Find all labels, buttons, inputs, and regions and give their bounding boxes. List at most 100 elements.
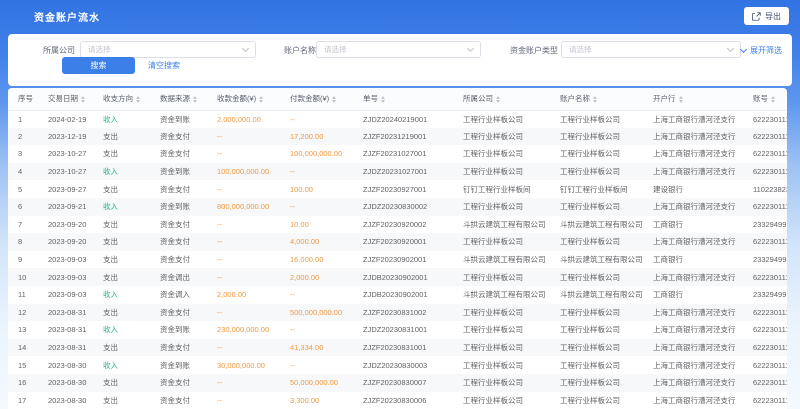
- cell-receipt-amount: --: [207, 392, 280, 409]
- cell-receipt-amount: --: [207, 145, 280, 163]
- sort-icon[interactable]: [259, 96, 263, 103]
- cell-account-no: 622230111: [743, 374, 787, 392]
- filter-label-company: 所属公司: [43, 45, 75, 56]
- table-header-row: 序号交易日期收支方向 数据来源 收款金额(¥) 付款金额(¥)单号所属公司账户名称开户…: [8, 88, 787, 110]
- account-type-select[interactable]: 请选择: [561, 41, 741, 58]
- cell-direction: 支出: [93, 251, 150, 269]
- cell-direction: 支出: [93, 374, 150, 392]
- cell-bank: 上海工商银行漕河泾支行: [643, 339, 743, 357]
- sort-icon[interactable]: [771, 96, 775, 103]
- account-type-select-placeholder: 请选择: [569, 44, 592, 55]
- filter-panel: 所属公司 请选择 账户名称 请选择 资金账户类型 请选择 展开筛选 搜索 清空搜…: [8, 34, 792, 86]
- cell-company: 工程行业样板公司: [453, 128, 550, 146]
- cell-bank: 建设银行: [643, 180, 743, 198]
- column-header-8[interactable]: 账户名称: [550, 88, 643, 110]
- cell-receipt-amount: --: [207, 251, 280, 269]
- cell-payment-amount: --: [280, 286, 353, 304]
- cell-payment-amount: --: [280, 110, 353, 128]
- cell-order-no: ZJDB20230902001: [353, 268, 453, 286]
- column-header-label: 账号: [753, 94, 768, 103]
- company-select[interactable]: 请选择: [80, 41, 256, 58]
- export-button[interactable]: 导出: [744, 7, 789, 25]
- clear-search-button[interactable]: 清空搜索: [148, 57, 180, 74]
- column-header-2[interactable]: 收支方向: [93, 88, 150, 110]
- cell-source: 资金到账: [150, 110, 207, 128]
- cell-payment-amount: --: [280, 321, 353, 339]
- cell-account-no: 622230111: [743, 356, 787, 374]
- sort-icon[interactable]: [193, 96, 197, 103]
- table-row: 102023-09-03支出资金调出--2,000.00ZJDB20230902…: [8, 268, 787, 286]
- column-header-4[interactable]: 收款金额(¥): [207, 88, 280, 110]
- cell-source: 资金支付: [150, 251, 207, 269]
- cell-index: 8: [8, 233, 38, 251]
- column-header-6[interactable]: 单号: [353, 88, 453, 110]
- cell-order-no: ZJDZ20231027001: [353, 163, 453, 181]
- cell-date: 2023-09-03: [38, 286, 93, 304]
- search-button[interactable]: 搜索: [62, 57, 135, 74]
- sort-icon[interactable]: [679, 96, 683, 103]
- cell-source: 资金支付: [150, 180, 207, 198]
- cell-account-name: 工程行业样板公司: [550, 198, 643, 216]
- cell-direction: 支出: [93, 216, 150, 234]
- table-row: 72023-09-20支出资金支付--10.00ZJZF20230920002斗…: [8, 216, 787, 234]
- cell-receipt-amount: --: [207, 233, 280, 251]
- column-header-0: 序号: [8, 88, 38, 110]
- cell-order-no: ZJZF20230830006: [353, 392, 453, 409]
- expand-filters-link[interactable]: 展开筛选: [741, 45, 782, 56]
- sort-icon[interactable]: [381, 96, 385, 103]
- chevron-down-icon: [467, 45, 474, 52]
- cell-payment-amount: 3,300.00: [280, 392, 353, 409]
- cell-source: 资金支付: [150, 145, 207, 163]
- cell-source: 资金支付: [150, 374, 207, 392]
- cell-receipt-amount: --: [207, 304, 280, 322]
- column-header-10[interactable]: 账号: [743, 88, 787, 110]
- account-name-select[interactable]: 请选择: [316, 41, 481, 58]
- cell-direction: 支出: [93, 145, 150, 163]
- cell-bank: 上海工商银行漕河泾支行: [643, 304, 743, 322]
- table-row: 142023-08-31支出资金支付--41,334.00ZJZF2023083…: [8, 339, 787, 357]
- sort-icon[interactable]: [593, 96, 597, 103]
- cell-date: 2024-02-19: [38, 110, 93, 128]
- sort-icon[interactable]: [136, 96, 140, 103]
- cell-account-name: 工程行业样板公司: [550, 233, 643, 251]
- column-header-label: 数据来源: [160, 94, 190, 103]
- cell-index: 5: [8, 180, 38, 198]
- cell-bank: 上海工商银行漕河泾支行: [643, 233, 743, 251]
- cell-source: 资金支付: [150, 216, 207, 234]
- cell-date: 2023-08-30: [38, 374, 93, 392]
- cell-bank: 上海工商银行漕河泾支行: [643, 356, 743, 374]
- cell-receipt-amount: --: [207, 128, 280, 146]
- cell-account-name: 工程行业样板公司: [550, 268, 643, 286]
- cell-payment-amount: 2,000.00: [280, 268, 353, 286]
- cell-payment-amount: 41,334.00: [280, 339, 353, 357]
- cell-receipt-amount: 2,000,000.00: [207, 110, 280, 128]
- cell-account-no: 622230111: [743, 339, 787, 357]
- cell-date: 2023-08-31: [38, 304, 93, 322]
- cell-order-no: ZJZF20230831002: [353, 304, 453, 322]
- column-header-5[interactable]: 付款金额(¥): [280, 88, 353, 110]
- top-bar: 资金账户流水 导出: [0, 0, 800, 32]
- column-header-3[interactable]: 数据来源: [150, 88, 207, 110]
- cell-company: 工程行业样板公司: [453, 304, 550, 322]
- column-header-7[interactable]: 所属公司: [453, 88, 550, 110]
- cell-account-no: 622230111: [743, 110, 787, 128]
- cell-account-no: 23329499: [743, 251, 787, 269]
- column-header-1[interactable]: 交易日期: [38, 88, 93, 110]
- cell-source: 资金到账: [150, 198, 207, 216]
- cell-index: 6: [8, 198, 38, 216]
- column-header-9[interactable]: 开户行: [643, 88, 743, 110]
- sort-icon[interactable]: [81, 96, 85, 103]
- cell-direction: 支出: [93, 233, 150, 251]
- page-title: 资金账户流水: [34, 9, 100, 24]
- cell-order-no: ZJZF20230927001: [353, 180, 453, 198]
- cell-receipt-amount: 2,000.00: [207, 286, 280, 304]
- cell-direction: 支出: [93, 392, 150, 409]
- cell-account-no: 23329499: [743, 286, 787, 304]
- cell-account-name: 工程行业样板公司: [550, 128, 643, 146]
- cell-bank: 上海工商银行漕河泾支行: [643, 198, 743, 216]
- column-header-label: 收款金额(¥): [217, 94, 256, 103]
- sort-icon[interactable]: [332, 96, 336, 103]
- cell-bank: 上海工商银行漕河泾支行: [643, 321, 743, 339]
- cell-account-no: 622230111: [743, 233, 787, 251]
- sort-icon[interactable]: [496, 96, 500, 103]
